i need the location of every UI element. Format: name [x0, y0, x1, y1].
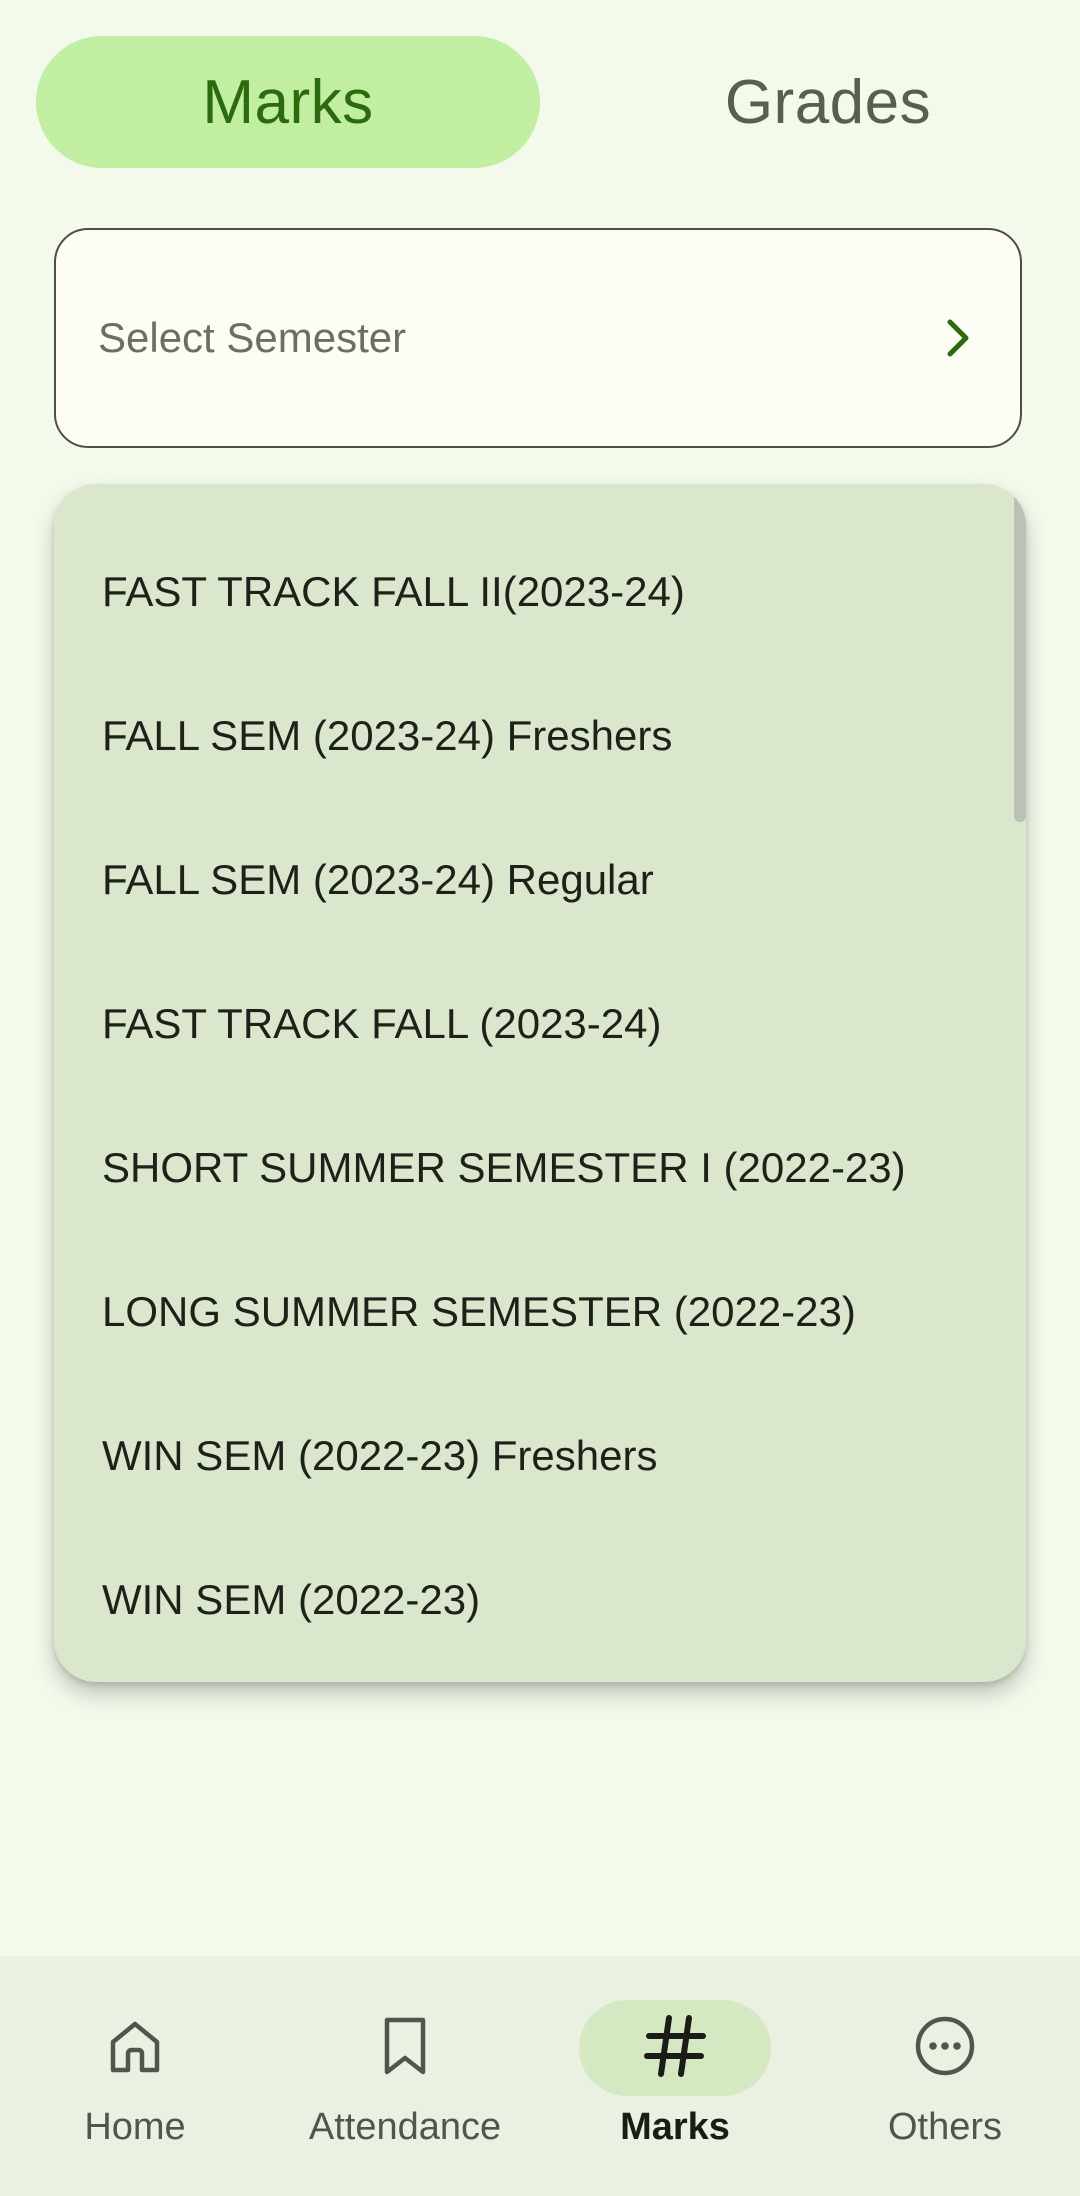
- semester-option[interactable]: LONG SUMMER SEMESTER (2022-23): [54, 1240, 1026, 1384]
- bookmark-icon: [377, 2014, 433, 2083]
- semester-options-list: FAST TRACK FALL II(2023-24) FALL SEM (20…: [54, 484, 1026, 1672]
- more-horizontal-icon: [913, 2014, 977, 2083]
- semester-select[interactable]: Select Semester: [54, 228, 1022, 448]
- marks-screen: Marks Grades Select Semester FAST TRACK …: [0, 0, 1080, 2196]
- semester-option[interactable]: WIN SEM (2022-23): [54, 1528, 1026, 1672]
- semester-option[interactable]: WIN SEM (2022-23) Freshers: [54, 1384, 1026, 1528]
- nav-label-home: Home: [84, 2106, 186, 2148]
- nav-icon-container: [579, 2000, 771, 2096]
- nav-item-marks[interactable]: Marks: [540, 1956, 810, 2196]
- nav-icon-container: [39, 2000, 231, 2096]
- semester-option[interactable]: FAST TRACK FALL II(2023-24): [54, 520, 1026, 664]
- nav-label-attendance: Attendance: [308, 2106, 502, 2148]
- tab-bar: Marks Grades: [36, 36, 1044, 168]
- nav-icon-container: [849, 2000, 1041, 2096]
- nav-item-home[interactable]: Home: [0, 1956, 270, 2196]
- semester-option[interactable]: FALL SEM (2023-24) Freshers: [54, 664, 1026, 808]
- bottom-navigation: Home Attendance Marks Others: [0, 1956, 1080, 2196]
- hash-icon: [643, 2014, 707, 2083]
- semester-option[interactable]: SHORT SUMMER SEMESTER I (2022-23): [54, 1096, 1026, 1240]
- nav-item-attendance[interactable]: Attendance: [270, 1956, 540, 2196]
- nav-label-marks: Marks: [620, 2106, 730, 2148]
- tab-grades-label: Grades: [724, 67, 932, 137]
- dropdown-scrollbar[interactable]: [1014, 492, 1026, 822]
- home-icon: [105, 2016, 165, 2081]
- semester-option[interactable]: FAST TRACK FALL (2023-24): [54, 952, 1026, 1096]
- tab-marks-label: Marks: [202, 67, 374, 137]
- chevron-right-icon: [938, 318, 978, 358]
- semester-select-placeholder: Select Semester: [98, 314, 407, 361]
- nav-item-others[interactable]: Others: [810, 1956, 1080, 2196]
- semester-option[interactable]: FALL SEM (2023-24) Regular: [54, 808, 1026, 952]
- tab-grades[interactable]: Grades: [576, 36, 1080, 168]
- nav-icon-container: [309, 2000, 501, 2096]
- nav-label-others: Others: [887, 2106, 1003, 2148]
- tab-marks[interactable]: Marks: [36, 36, 540, 168]
- semester-dropdown-menu: FAST TRACK FALL II(2023-24) FALL SEM (20…: [54, 484, 1026, 1682]
